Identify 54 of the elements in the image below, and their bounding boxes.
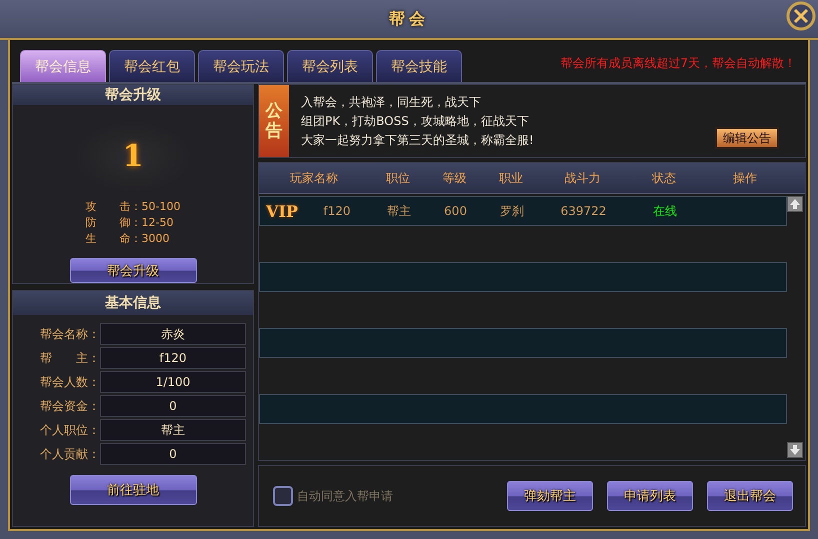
close-icon[interactable]: [786, 1, 816, 31]
column-header: 操作: [732, 170, 758, 186]
field-label: 帮会名称：: [39, 326, 100, 342]
scroll-up-icon[interactable]: [787, 196, 803, 212]
field-label: 帮会人数：: [39, 374, 100, 390]
field-value: 0: [100, 443, 246, 465]
tab[interactable]: 帮会技能: [376, 50, 462, 82]
column-header: 职业: [498, 170, 524, 186]
tab[interactable]: 帮会列表: [287, 50, 373, 82]
vip-label: VIP: [264, 202, 299, 220]
notice-line: 大家一起努力拿下第三天的圣城，称霸全服!: [301, 132, 535, 148]
stat-label: 生: [86, 231, 98, 246]
checkbox-label: 自动同意入帮申请: [297, 488, 393, 504]
stat-label: 攻: [86, 199, 98, 214]
field-label: 个人职位：: [39, 422, 100, 438]
field-label: 个人贡献：: [39, 446, 100, 462]
table-cell-text: 在线: [652, 202, 678, 220]
stat-value: 御：12-50: [120, 215, 174, 230]
stat-label: 防: [86, 215, 98, 230]
column-header: 玩家名称: [289, 170, 339, 186]
table-cell-text: 639722: [560, 204, 608, 218]
action-button[interactable]: 退出帮会: [707, 481, 793, 511]
warning-text: 帮会所有成员离线超过7天，帮会自动解散！: [560, 55, 796, 72]
field-label: 帮会资金：: [39, 398, 100, 414]
stat-value: 击：50-100: [120, 199, 180, 214]
field-value: 0: [100, 395, 246, 417]
column-header: 战斗力: [564, 170, 602, 186]
notice-badge: 公告: [259, 85, 289, 157]
table-cell-text: 罗刹: [499, 202, 525, 220]
field-value: 赤炎: [100, 323, 246, 345]
field-value: f120: [100, 347, 246, 369]
scroll-down-icon[interactable]: [787, 442, 803, 458]
notice-line: 组团PK，打劫BOSS，攻城略地，征战天下: [301, 112, 530, 130]
stat-value: 命：3000: [120, 231, 170, 246]
upgrade-button[interactable]: 帮会升级: [70, 258, 196, 283]
section-title: 基本信息: [105, 294, 161, 312]
table-cell-text: 600: [443, 204, 468, 218]
table-cell-text: 帮主: [386, 202, 412, 220]
table-cell-text: f120: [322, 204, 352, 218]
column-header: 职位: [385, 170, 411, 186]
checkbox[interactable]: [273, 486, 293, 506]
window-title: 帮会: [389, 8, 429, 30]
section-title: 帮会升级: [105, 86, 161, 104]
edit-notice-button[interactable]: 编辑公告: [715, 127, 779, 149]
column-header: 状态: [651, 170, 677, 186]
field-label: 帮 主：: [39, 350, 100, 366]
tab[interactable]: 帮会红包: [109, 50, 195, 82]
field-value: 帮主: [100, 419, 246, 441]
column-header: 等级: [442, 170, 468, 186]
notice-line: 入帮会，共袍泽，同生死，战天下: [301, 94, 482, 110]
field-value: 1/100: [100, 371, 246, 393]
guild-level: 1: [122, 139, 144, 174]
member-row[interactable]: VIP f120 帮主 600 罗刹 639722 在线: [259, 196, 787, 226]
tab[interactable]: 帮会玩法: [198, 50, 284, 82]
